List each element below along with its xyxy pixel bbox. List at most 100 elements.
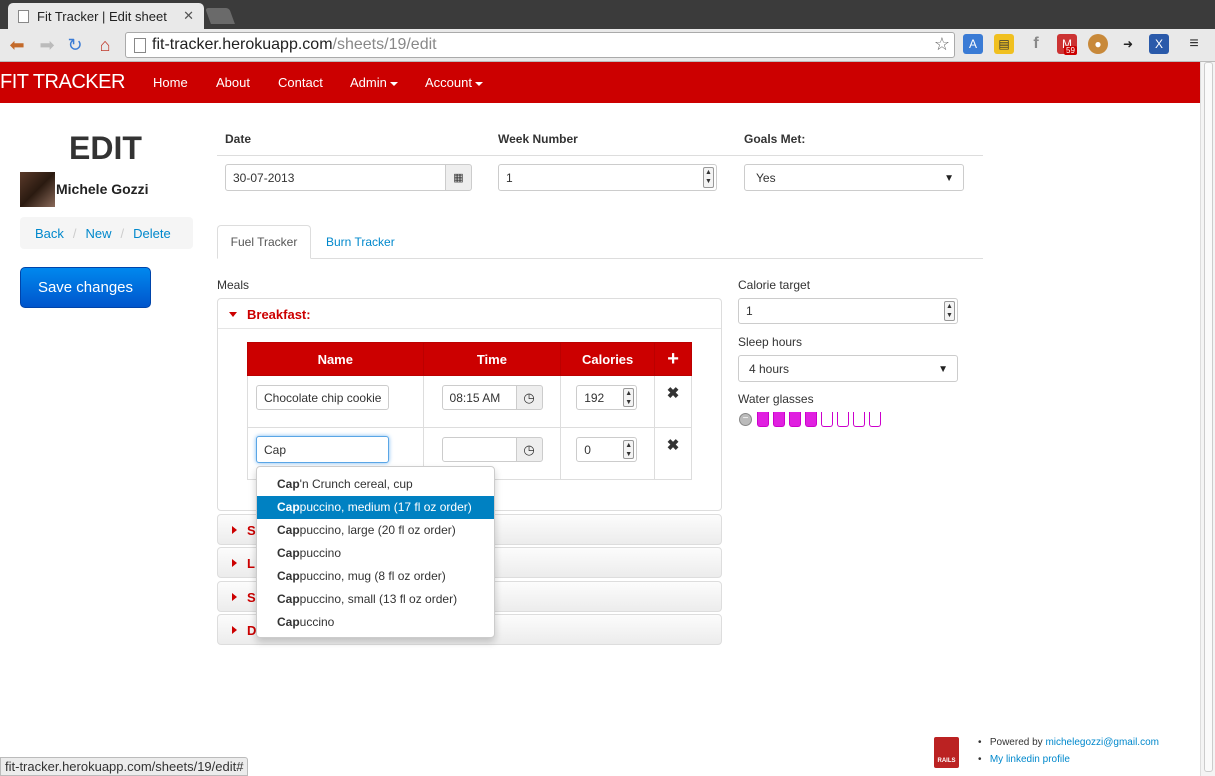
meal-title: S bbox=[247, 590, 256, 605]
delete-link[interactable]: Delete bbox=[133, 226, 171, 241]
water-glass-full-icon[interactable] bbox=[757, 412, 769, 427]
autocomplete-item[interactable]: Cap'n Crunch cereal, cup bbox=[257, 473, 494, 496]
water-glass-empty-icon[interactable] bbox=[853, 412, 865, 427]
nav-about[interactable]: About bbox=[216, 75, 250, 90]
avatar bbox=[20, 172, 55, 207]
meal-name-input[interactable]: Chocolate chip cookie bbox=[256, 385, 389, 410]
address-bar[interactable]: fit-tracker.herokuapp.com/sheets/19/edit… bbox=[125, 32, 955, 58]
rails-logo-text: RAILS bbox=[937, 758, 956, 764]
linkedin-link[interactable]: My linkedin profile bbox=[990, 754, 1070, 765]
nav-account[interactable]: Account bbox=[425, 75, 483, 90]
calorie-target-input[interactable]: 1 ▲ ▼ bbox=[738, 298, 958, 324]
brand-logo[interactable]: FIT TRACKER bbox=[0, 71, 125, 94]
save-changes-button[interactable]: Save changes bbox=[20, 267, 151, 308]
meal-name-input-focused[interactable]: Cap bbox=[256, 436, 389, 463]
back-arrow-icon[interactable]: ⬅ bbox=[6, 34, 28, 56]
browser-tab-active[interactable]: Fit Tracker | Edit sheet ✕ bbox=[8, 3, 204, 29]
cookie-icon[interactable]: ● bbox=[1088, 34, 1108, 54]
new-tab-button[interactable] bbox=[205, 8, 235, 24]
caret-down-icon[interactable] bbox=[229, 312, 237, 317]
autocomplete-item[interactable]: Capuccino bbox=[257, 611, 494, 634]
footer-linkedin: • My linkedin profile bbox=[978, 754, 1070, 765]
nav-account-label: Account bbox=[425, 75, 472, 90]
date-input[interactable]: 30-07-2013 bbox=[225, 164, 446, 191]
clock-button[interactable]: ◷ bbox=[515, 385, 543, 410]
breakfast-title[interactable]: Breakfast: bbox=[247, 307, 311, 322]
x-extension-icon[interactable]: X bbox=[1149, 34, 1169, 54]
divider bbox=[217, 155, 983, 156]
number-spinner[interactable]: ▲ ▼ bbox=[623, 440, 635, 459]
remove-row-icon[interactable]: ✖ bbox=[654, 375, 692, 428]
match-text: Cap bbox=[277, 546, 300, 560]
item-text: puccino, large (20 fl oz order) bbox=[299, 523, 456, 537]
autocomplete-item-active[interactable]: Cappuccino, medium (17 fl oz order) bbox=[257, 496, 494, 519]
browser-tab-strip: Fit Tracker | Edit sheet ✕ bbox=[0, 0, 1215, 29]
meal-time-input[interactable]: 08:15 AM bbox=[441, 385, 517, 410]
water-glass-full-icon[interactable] bbox=[773, 412, 785, 427]
forward-arrow-icon[interactable]: ➡ bbox=[36, 34, 58, 56]
remove-row-icon[interactable]: ✖ bbox=[654, 427, 692, 480]
autocomplete-item[interactable]: Cappuccino, mug (8 fl oz order) bbox=[257, 565, 494, 588]
water-glass-empty-icon[interactable] bbox=[821, 412, 833, 427]
meal-calories-input[interactable]: 0 ▲ ▼ bbox=[576, 437, 638, 462]
autocomplete-item[interactable]: Cappuccino bbox=[257, 542, 494, 565]
menu-icon[interactable]: ≡ bbox=[1184, 34, 1204, 54]
scrollbar-thumb[interactable] bbox=[1204, 62, 1213, 772]
page-icon bbox=[134, 37, 146, 53]
number-spinner[interactable]: ▲ ▼ bbox=[703, 167, 714, 188]
sleep-hours-label: Sleep hours bbox=[738, 335, 803, 349]
calorie-target-label: Calorie target bbox=[738, 278, 811, 292]
meal-calories-input[interactable]: 192 ▲ ▼ bbox=[576, 385, 638, 410]
nav-home[interactable]: Home bbox=[153, 75, 188, 90]
add-row-button[interactable]: + bbox=[654, 342, 692, 376]
close-tab-icon[interactable]: ✕ bbox=[183, 8, 194, 24]
clock-icon: ◷ bbox=[523, 389, 535, 405]
match-text: Cap bbox=[277, 569, 300, 583]
autocomplete-item[interactable]: Cappuccino, large (20 fl oz order) bbox=[257, 519, 494, 542]
tab-fuel-tracker[interactable]: Fuel Tracker bbox=[217, 225, 311, 259]
reload-icon[interactable]: ↻ bbox=[64, 34, 86, 56]
number-spinner[interactable]: ▲ ▼ bbox=[944, 301, 955, 321]
calendar-button[interactable]: ▦ bbox=[445, 164, 472, 191]
calendar-icon: ▦ bbox=[453, 172, 464, 184]
water-glasses-label: Water glasses bbox=[738, 392, 814, 406]
autocomplete-dropdown: Cap'n Crunch cereal, cup Cappuccino, med… bbox=[256, 466, 495, 638]
sleep-hours-select[interactable]: 4 hours ▼ bbox=[738, 355, 958, 382]
week-number-input[interactable]: 1 ▲ ▼ bbox=[498, 164, 717, 191]
water-glass-full-icon[interactable] bbox=[805, 412, 817, 427]
translate-icon[interactable]: A bbox=[963, 34, 983, 54]
meals-label: Meals bbox=[217, 278, 250, 292]
meal-time-input[interactable] bbox=[441, 437, 517, 462]
water-glass-full-icon[interactable] bbox=[789, 412, 801, 427]
footer-links: • Powered by michelegozzi@gmail.com • My… bbox=[978, 737, 1159, 765]
caret-right-icon bbox=[232, 526, 237, 534]
tabs-divider bbox=[217, 258, 983, 259]
water-glass-empty-icon[interactable] bbox=[837, 412, 849, 427]
browser-toolbar: ⬅ ➡ ↻ ⌂ fit-tracker.herokuapp.com/sheets… bbox=[0, 29, 1215, 62]
bookmark-star-icon[interactable]: ☆ bbox=[934, 34, 950, 55]
nav-admin[interactable]: Admin bbox=[350, 75, 398, 90]
caret-down-icon bbox=[389, 81, 398, 86]
autocomplete-item[interactable]: Cappuccino, small (13 fl oz order) bbox=[257, 588, 494, 611]
clock-button[interactable]: ◷ bbox=[515, 437, 543, 462]
column-header-name: Name bbox=[247, 342, 424, 376]
email-link[interactable]: michelegozzi@gmail.com bbox=[1045, 737, 1159, 748]
extension-arrow-icon[interactable]: ➜ bbox=[1118, 34, 1138, 54]
goals-met-select[interactable]: Yes ▼ bbox=[744, 164, 964, 191]
water-glass-empty-icon[interactable] bbox=[869, 412, 881, 427]
remove-glass-icon[interactable]: − bbox=[739, 413, 752, 426]
number-spinner[interactable]: ▲ ▼ bbox=[623, 388, 635, 407]
tab-burn-tracker[interactable]: Burn Tracker bbox=[326, 235, 395, 249]
back-link[interactable]: Back bbox=[35, 226, 64, 241]
page-scrollbar[interactable] bbox=[1200, 62, 1215, 776]
user-name: Michele Gozzi bbox=[56, 181, 149, 197]
nav-contact[interactable]: Contact bbox=[278, 75, 323, 90]
meals-table: Name Time Calories + Chocolate chip cook… bbox=[247, 342, 692, 480]
home-icon[interactable]: ⌂ bbox=[94, 34, 116, 56]
select-arrow-icon: ▼ bbox=[938, 364, 948, 375]
page-icon bbox=[18, 9, 29, 23]
calories-value: 192 bbox=[584, 390, 605, 405]
new-link[interactable]: New bbox=[86, 226, 112, 241]
notes-icon[interactable]: ▤ bbox=[994, 34, 1014, 54]
facebook-icon[interactable]: f bbox=[1026, 34, 1046, 54]
